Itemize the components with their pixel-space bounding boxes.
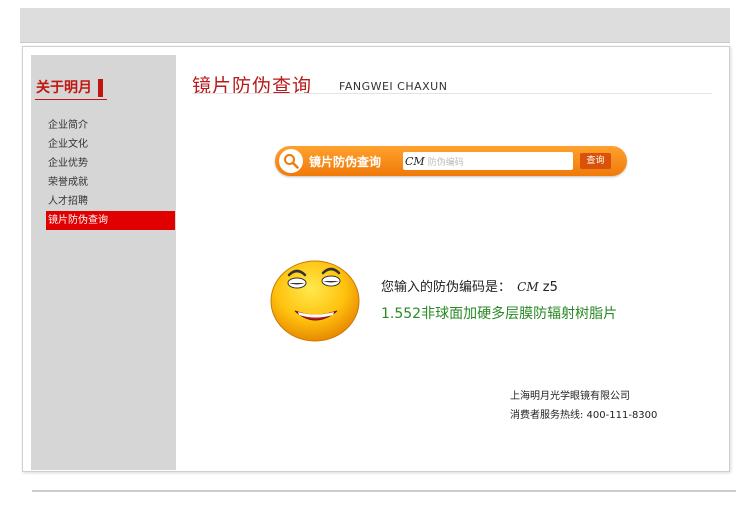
- search-label: 镜片防伪查询: [309, 155, 382, 169]
- top-bar: [20, 8, 730, 43]
- sidebar-title: 关于明月: [36, 79, 103, 97]
- sidebar: 关于明月 企业简介 企业文化 企业优势 荣誉成就 人才招聘 镜片防伪查询: [31, 55, 176, 470]
- bottom-divider: [32, 490, 736, 492]
- sidebar-menu: 企业简介 企业文化 企业优势 荣誉成就 人才招聘 镜片防伪查询: [46, 116, 175, 230]
- sidebar-item-recruitment[interactable]: 人才招聘: [46, 192, 175, 211]
- sidebar-item-company-advantages[interactable]: 企业优势: [46, 154, 175, 173]
- smiley-icon: [270, 260, 360, 342]
- service-hotline: 消费者服务热线: 400-111-8300: [510, 410, 658, 421]
- magnifier-icon: [279, 149, 303, 173]
- sidebar-item-lens-verification[interactable]: 镜片防伪查询: [46, 211, 175, 230]
- search-bar: 镜片防伪查询 CM 防伪编码 查询: [275, 146, 627, 176]
- result-prompt: 您输入的防伪编码是：: [381, 280, 512, 295]
- result-product: 1.552非球面加硬多层膜防辐射树脂片: [381, 306, 618, 322]
- search-placeholder: 防伪编码: [427, 157, 464, 168]
- sidebar-item-company-profile[interactable]: 企业简介: [46, 116, 175, 135]
- sidebar-item-honors[interactable]: 荣誉成就: [46, 173, 175, 192]
- result-code-line: 您输入的防伪编码是： CM z5: [381, 276, 558, 295]
- title-divider: [192, 93, 712, 94]
- company-info: 上海明月光学眼镜有限公司 消费者服务热线: 400-111-8300: [510, 387, 657, 425]
- content-frame: 关于明月 企业简介 企业文化 企业优势 荣誉成就 人才招聘 镜片防伪查询 镜片防…: [22, 46, 730, 472]
- verification-code-input[interactable]: CM 防伪编码: [403, 152, 573, 170]
- sidebar-item-company-culture[interactable]: 企业文化: [46, 135, 175, 154]
- search-button[interactable]: 查询: [580, 153, 611, 169]
- result-code: z5: [542, 280, 558, 295]
- sidebar-title-underline: [35, 99, 107, 100]
- result-cm-logo: CM: [517, 280, 539, 294]
- cm-logo: CM: [405, 154, 425, 168]
- company-name: 上海明月光学眼镜有限公司: [510, 391, 630, 402]
- page-subtitle: FANGWEI CHAXUN: [339, 80, 448, 93]
